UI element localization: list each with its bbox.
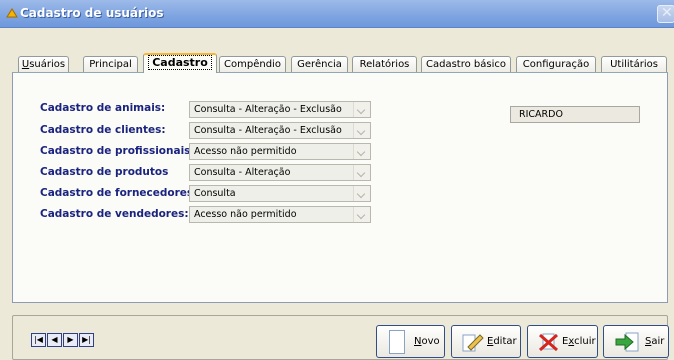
combo-value: Consulta - Alteração - Exclusão [194,104,342,115]
tab-label: Utilitários [610,59,658,70]
sair-label: Sair [645,336,665,347]
row-label-vendedores: Cadastro de vendedores: [40,208,189,220]
combo-profissionais[interactable]: Acesso não permitido [189,143,371,160]
tab-label: Relatórios [359,59,410,70]
chevron-down-icon[interactable] [353,123,370,138]
tab-gerencia[interactable]: Gerência [291,56,348,73]
excluir-button[interactable]: Excluir [527,325,598,358]
delete-icon [539,333,558,352]
row-label-fornecedores: Cadastro de fornecedores: [40,187,198,199]
edit-icon [462,334,484,352]
chevron-down-icon[interactable] [353,165,370,180]
excluir-label: Excluir [562,336,596,347]
chevron-down-icon[interactable] [353,102,370,117]
combo-value: Acesso não permitido [194,209,297,220]
tab-relatorios[interactable]: Relatórios [352,56,417,73]
nav-next-button[interactable]: ▶ [63,333,78,347]
tab-label: Configuração [522,59,590,70]
combo-produtos[interactable]: Consulta - Alteração [189,164,371,181]
combo-value: Consulta - Alteração [194,167,291,178]
nav-prev-button[interactable]: ◀ [47,333,62,347]
novo-label: Novo [414,336,440,347]
row-label-clientes: Cadastro de clientes: [40,124,166,136]
close-icon: ✕ [661,5,673,21]
tab-principal[interactable]: Principal [83,56,138,73]
combo-animais[interactable]: Consulta - Alteração - Exclusão [189,101,371,118]
tab-label: Gerência [297,59,342,70]
editar-label: Editar [487,336,517,347]
chevron-down-icon[interactable] [353,186,370,201]
sair-button[interactable]: Sair [603,325,669,358]
window-title: Cadastro de usuários [20,6,164,20]
exit-icon [615,332,639,352]
tab-compendio[interactable]: Compêndio [219,56,286,73]
chevron-down-icon[interactable] [353,144,370,159]
tab-cadastro-basico[interactable]: Cadastro básico [421,56,511,73]
row-label-profissionais: Cadastro de profissionais: [40,145,195,157]
tab-label: Cadastro [148,55,212,70]
tab-utilitarios[interactable]: Utilitários [601,56,667,73]
editar-button[interactable]: Editar [451,325,521,358]
title-bar: Cadastro de usuários ✕ [0,0,674,28]
row-label-animais: Cadastro de animais: [40,102,166,114]
chevron-down-icon[interactable] [353,207,370,222]
tab-label: Principal [89,59,132,70]
tab-usuarios[interactable]: Usuários [18,56,69,73]
new-document-icon [389,330,405,354]
tab-configuracao[interactable]: Configuração [516,56,596,73]
combo-value: Acesso não permitido [194,146,297,157]
combo-fornecedores[interactable]: Consulta [189,185,371,202]
row-label-produtos: Cadastro de produtos [40,166,169,178]
combo-clientes[interactable]: Consulta - Alteração - Exclusão [189,122,371,139]
nav-first-button[interactable]: |◀ [31,333,46,347]
tab-label: Cadastro básico [426,59,506,70]
novo-button[interactable]: Novo [376,325,445,358]
user-name-field: RICARDO [510,106,640,123]
tab-cadastro[interactable]: Cadastro [143,53,217,73]
combo-value: Consulta - Alteração - Exclusão [194,125,342,136]
app-icon [6,8,18,18]
tab-label: Usuários [21,59,66,70]
combo-vendedores[interactable]: Acesso não permitido [189,206,371,223]
nav-last-button[interactable]: ▶| [79,333,94,347]
combo-value: Consulta [194,188,236,199]
tab-label: Compêndio [224,59,281,70]
close-button[interactable]: ✕ [657,5,674,23]
